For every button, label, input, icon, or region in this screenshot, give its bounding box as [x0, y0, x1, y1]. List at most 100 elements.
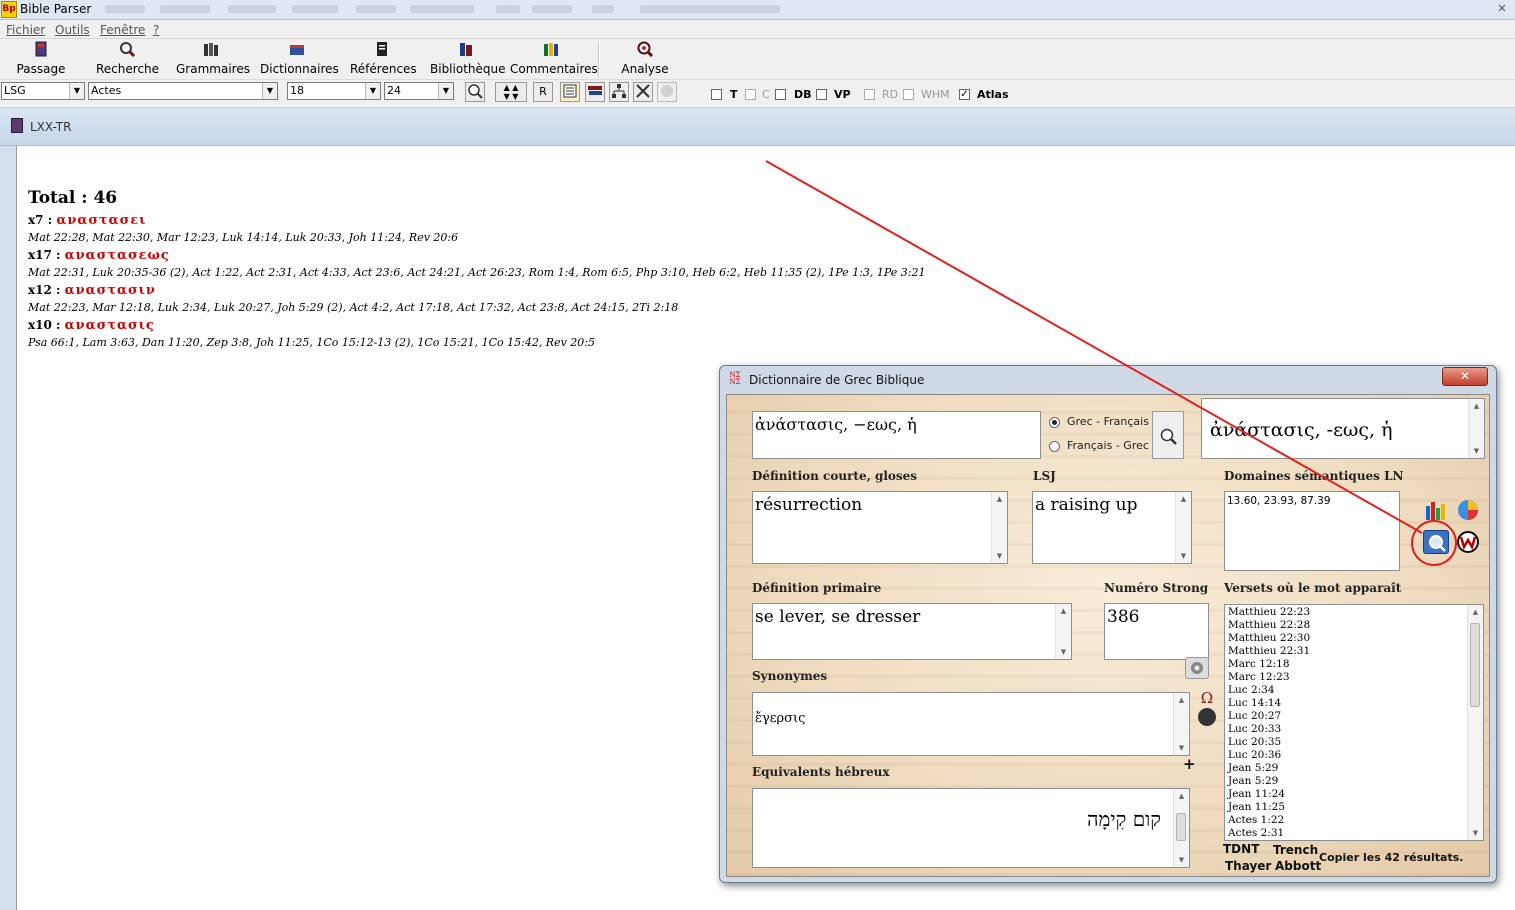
- lsj-field[interactable]: a raising up ▲ ▼: [1032, 491, 1192, 564]
- lsj-scrollbar[interactable]: ▲ ▼: [1175, 492, 1191, 563]
- analyse-button[interactable]: Analyse: [618, 41, 672, 79]
- dictionary-search-button[interactable]: [1152, 411, 1184, 459]
- menu-help[interactable]: ?: [153, 23, 159, 37]
- verse-item[interactable]: Marc 12:18: [1228, 658, 1310, 671]
- notes-icon[interactable]: [560, 82, 580, 102]
- recherche-button[interactable]: Recherche: [96, 41, 159, 79]
- find-button[interactable]: [465, 82, 485, 102]
- primary-definition-field[interactable]: se lever, se dresser ▲ ▼: [752, 603, 1072, 660]
- verse-item[interactable]: Jean 5:29: [1228, 775, 1310, 788]
- dictionnaires-button[interactable]: Dictionnaires: [260, 41, 339, 79]
- result-references[interactable]: Mat 22:31, Luk 20:35-36 (2), Act 1:22, A…: [28, 266, 926, 279]
- scroll-down-icon[interactable]: ▼: [1469, 444, 1484, 458]
- font-size-select[interactable]: 18 ▼: [287, 82, 381, 100]
- version-select[interactable]: LSG ▼: [1, 82, 85, 100]
- scroll-up-icon[interactable]: ▲: [992, 492, 1007, 506]
- result-word[interactable]: αναστασεως: [65, 248, 170, 263]
- verse-item[interactable]: Luc 2:34: [1228, 684, 1310, 697]
- scroll-down-icon[interactable]: ▼: [1174, 853, 1189, 867]
- bibliotheque-button[interactable]: Bibliothèque: [430, 41, 506, 79]
- scroll-up-icon[interactable]: ▲: [1174, 789, 1189, 803]
- result-references[interactable]: Mat 22:28, Mat 22:30, Mar 12:23, Luk 14:…: [28, 231, 926, 244]
- trench-link[interactable]: Trench: [1273, 843, 1318, 857]
- hebrew-equivalents-field[interactable]: קום קִימָה ▲ ▼: [752, 788, 1190, 868]
- scroll-up-icon[interactable]: ▲: [1469, 399, 1484, 413]
- verse-item[interactable]: Jean 11:25: [1228, 801, 1310, 814]
- result-word[interactable]: αναστασιν: [65, 283, 156, 298]
- scroll-up-icon[interactable]: ▲: [1176, 492, 1191, 506]
- copy-results-button[interactable]: Copier les 42 résultats.: [1319, 851, 1463, 864]
- verse-item[interactable]: Jean 5:29: [1228, 762, 1310, 775]
- scroll-up-icon[interactable]: ▲: [1468, 605, 1483, 619]
- omega-icon[interactable]: Ω: [1197, 691, 1217, 707]
- tools-icon[interactable]: [633, 82, 653, 102]
- synonyms-value[interactable]: ἔγερσις: [755, 711, 805, 726]
- verse-item[interactable]: Actes 1:22: [1228, 814, 1310, 827]
- tree-icon[interactable]: [609, 82, 629, 102]
- book-select[interactable]: Actes ▼: [88, 82, 278, 100]
- references-button[interactable]: Références: [350, 41, 417, 79]
- add-hebrew-icon[interactable]: +: [1183, 755, 1196, 773]
- scroll-down-icon[interactable]: ▼: [1468, 826, 1483, 840]
- line-size-select[interactable]: 24 ▼: [384, 82, 454, 100]
- portrait-icon[interactable]: [1198, 708, 1216, 726]
- synonyms-field[interactable]: ἔγερσις ▲ ▼: [752, 692, 1190, 756]
- scroll-thumb[interactable]: [1176, 813, 1186, 841]
- pie-chart-icon[interactable]: [1455, 498, 1481, 522]
- verse-item[interactable]: Luc 14:14: [1228, 697, 1310, 710]
- verse-item[interactable]: Marc 12:23: [1228, 671, 1310, 684]
- scroll-down-icon[interactable]: ▼: [1174, 741, 1189, 755]
- radio-francais-grec[interactable]: [1049, 441, 1060, 452]
- spin-buttons[interactable]: ▲ ▲ ▼ ▼: [495, 82, 527, 102]
- verse-item[interactable]: Jean 11:24: [1228, 788, 1310, 801]
- scroll-down-icon[interactable]: ▼: [992, 549, 1007, 563]
- grammaires-button[interactable]: Grammaires: [176, 41, 250, 79]
- books-icon[interactable]: [585, 82, 605, 102]
- verse-item[interactable]: Matthieu 22:23: [1228, 606, 1310, 619]
- verse-item[interactable]: Matthieu 22:31: [1228, 645, 1310, 658]
- short-definition-scrollbar[interactable]: ▲ ▼: [991, 492, 1007, 563]
- strong-number-field[interactable]: 386: [1104, 603, 1209, 660]
- checkbox-atlas[interactable]: ✓: [959, 89, 970, 100]
- passage-button[interactable]: Passage: [16, 41, 66, 79]
- verse-item[interactable]: Luc 20:33: [1228, 723, 1310, 736]
- scroll-up-icon[interactable]: ▲: [1056, 604, 1071, 618]
- checkbox-c[interactable]: [745, 89, 756, 100]
- spin-up-icon[interactable]: ▲ ▲: [504, 83, 519, 92]
- verse-item[interactable]: Luc 20:36: [1228, 749, 1310, 762]
- thayer-link[interactable]: Thayer: [1225, 859, 1271, 873]
- verse-item[interactable]: Matthieu 22:30: [1228, 632, 1310, 645]
- r-button[interactable]: R: [533, 82, 553, 102]
- verse-item[interactable]: Luc 20:35: [1228, 736, 1310, 749]
- hebrew-scrollbar[interactable]: ▲ ▼: [1173, 789, 1189, 867]
- short-definition-field[interactable]: résurrection ▲ ▼: [752, 491, 1008, 564]
- scroll-down-icon[interactable]: ▼: [1176, 549, 1191, 563]
- semantic-domain-lookup-icon[interactable]: [1423, 530, 1449, 554]
- scroll-thumb[interactable]: [1470, 623, 1480, 707]
- menu-outils[interactable]: Outils: [55, 23, 90, 37]
- result-references[interactable]: Mat 22:23, Mar 12:18, Luk 2:34, Luk 20:2…: [28, 301, 926, 314]
- wordnet-icon[interactable]: [1455, 530, 1481, 554]
- hebrew-equivalents-value[interactable]: קום קִימָה: [1087, 807, 1161, 831]
- semantic-domains-field[interactable]: 13.60, 23.93, 87.39 ▲▼: [1224, 491, 1400, 571]
- spin-down-icon[interactable]: ▼ ▼: [504, 92, 519, 101]
- commentaires-button[interactable]: Commentaires: [510, 41, 598, 79]
- checkbox-rd[interactable]: [864, 89, 875, 100]
- verse-item[interactable]: Luc 20:27: [1228, 710, 1310, 723]
- menu-fichier[interactable]: Fichier: [6, 23, 45, 37]
- window-close-icon[interactable]: ✕: [1490, 1, 1514, 17]
- checkbox-db[interactable]: [775, 89, 786, 100]
- checkbox-t[interactable]: [711, 89, 722, 100]
- synonyms-scrollbar[interactable]: ▲ ▼: [1173, 693, 1189, 755]
- abbott-link[interactable]: Abbott: [1275, 859, 1321, 873]
- primary-definition-scrollbar[interactable]: ▲ ▼: [1055, 604, 1071, 659]
- speaker-icon[interactable]: [1185, 657, 1209, 679]
- verse-item[interactable]: Actes 2:31: [1228, 827, 1310, 840]
- verses-list[interactable]: Matthieu 22:23 Matthieu 22:28 Matthieu 22:…: [1224, 604, 1484, 841]
- headword-scrollbar[interactable]: ▲ ▼: [1468, 399, 1484, 458]
- verses-scrollbar[interactable]: ▲ ▼: [1467, 605, 1483, 840]
- statistics-chart-icon[interactable]: [1423, 498, 1449, 522]
- verse-item[interactable]: Matthieu 22:28: [1228, 619, 1310, 632]
- result-word[interactable]: αναστασει: [56, 213, 146, 228]
- radio-grec-francais[interactable]: [1049, 417, 1060, 428]
